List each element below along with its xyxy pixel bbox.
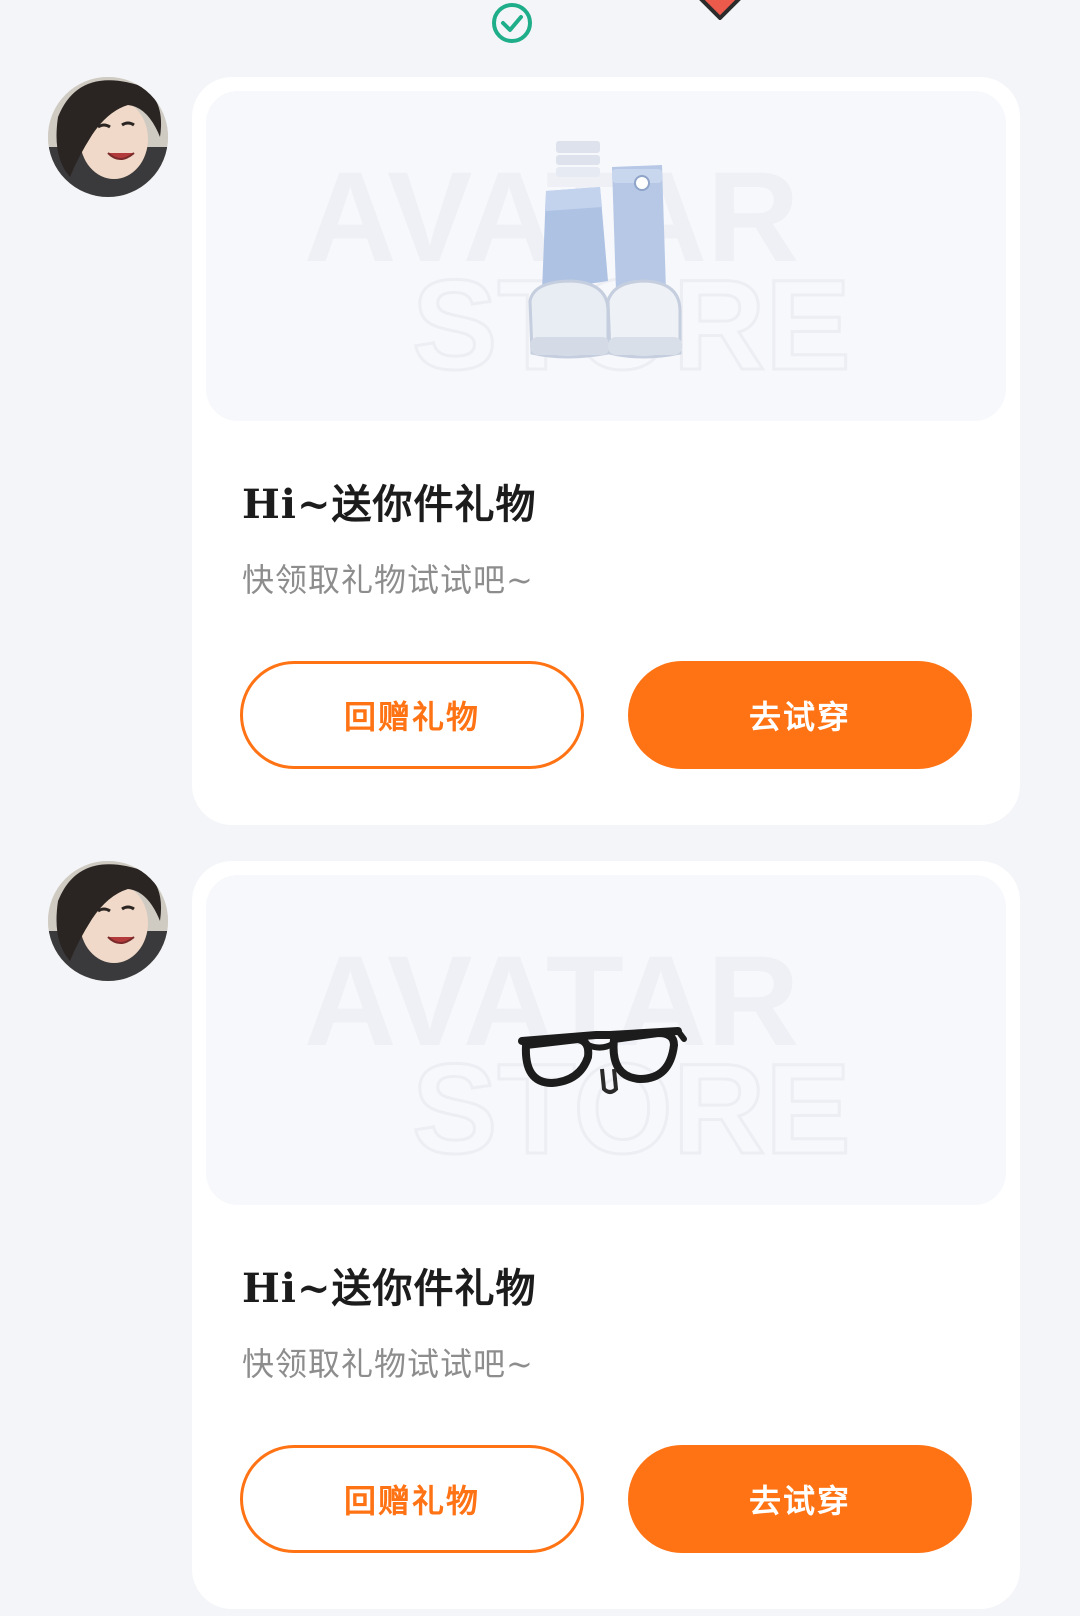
avatar[interactable]: [48, 77, 168, 197]
return-gift-button[interactable]: 回赠礼物: [240, 1445, 584, 1553]
check-circle-icon: [492, 3, 532, 43]
gift-title: Hi~送你件礼物: [242, 481, 537, 528]
product-preview[interactable]: AVATAR STORE: [206, 875, 1006, 1205]
glasses-icon: [518, 1027, 687, 1094]
gift-card: AVATAR STORE Hi~送你件礼物 快领取礼物试试吧~ 回赠礼物 去试穿: [192, 861, 1020, 1609]
try-on-button[interactable]: 去试穿: [628, 661, 972, 769]
red-gift-icon: [699, 0, 741, 20]
return-gift-button[interactable]: 回赠礼物: [240, 661, 584, 769]
gift-subtitle: 快领取礼物试试吧~: [242, 1345, 534, 1383]
gift-title: Hi~送你件礼物: [242, 1265, 537, 1312]
avatar[interactable]: [48, 861, 168, 981]
product-preview[interactable]: AVATAR STORE: [206, 91, 1006, 421]
gift-subtitle: 快领取礼物试试吧~: [242, 561, 534, 599]
top-status-area: [0, 0, 1080, 60]
gift-card: AVATAR STORE Hi~送: [192, 77, 1020, 825]
try-on-button[interactable]: 去试穿: [628, 1445, 972, 1553]
sneakers-with-socks-icon: [528, 141, 682, 359]
